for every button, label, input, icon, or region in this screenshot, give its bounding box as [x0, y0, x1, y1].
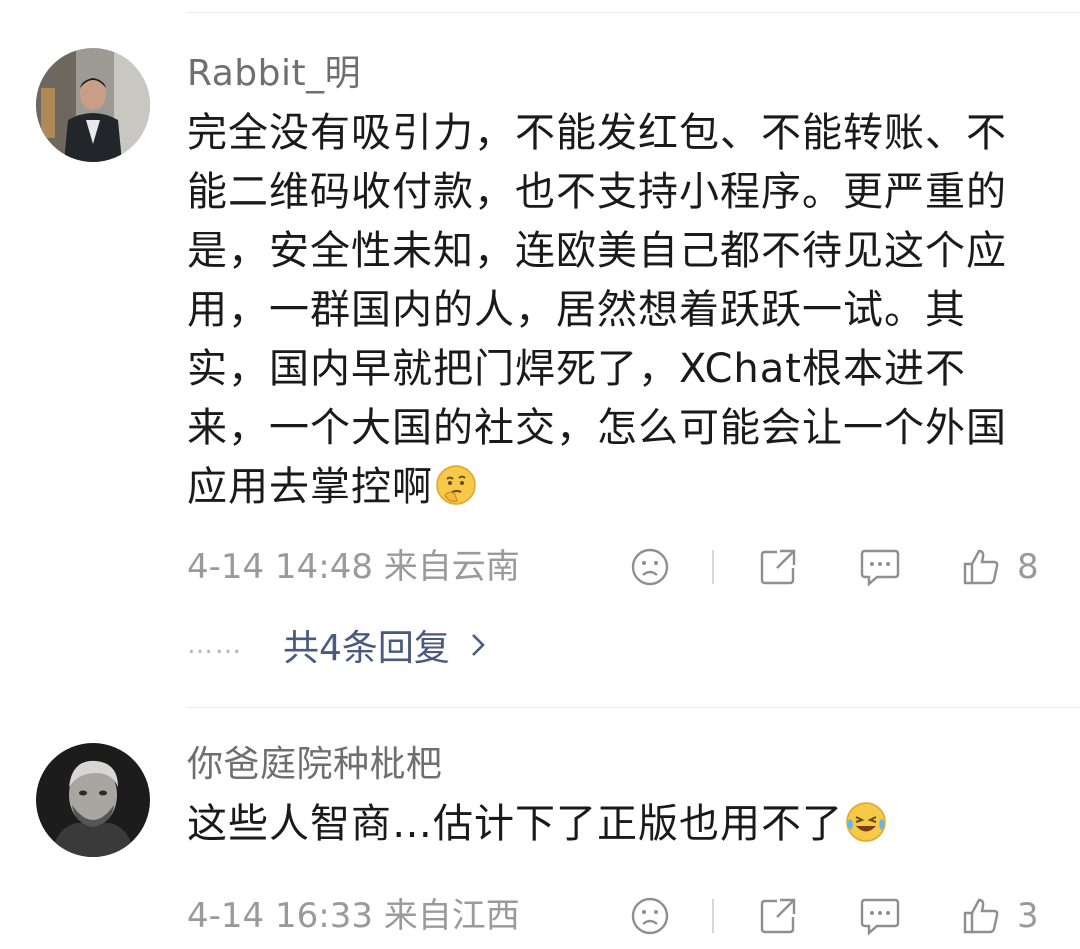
top-divider [186, 12, 1080, 13]
sad-face-icon [631, 897, 669, 935]
comment-icon [860, 549, 900, 587]
view-replies-link[interactable]: 共4条回复 [283, 619, 486, 671]
comment-time-location: 4-14 16:33 来自江西 [187, 896, 520, 936]
comment-text-content: 这些人智商…估计下了正版也用不了 [187, 801, 843, 847]
crying-laughing-emoji [845, 801, 887, 843]
comment-button[interactable] [859, 891, 901, 941]
comment-divider [186, 707, 1080, 708]
avatar[interactable] [36, 743, 150, 857]
thumbs-up-icon [963, 898, 999, 934]
share-icon [760, 549, 796, 585]
comment-text-content: 完全没有吸引力，不能发红包、不能转账、不能二维码收付款，也不支持小程序。更严重的… [187, 110, 1007, 510]
share-button[interactable] [758, 891, 798, 941]
thinking-emoji [435, 464, 477, 506]
chevron-right-icon [471, 634, 485, 656]
thumbs-up-icon [963, 549, 999, 585]
username[interactable]: 你爸庭院种枇杷 [187, 743, 1044, 787]
replies-row[interactable]: …… 共4条回复 [187, 620, 486, 670]
comment-text: 完全没有吸引力，不能发红包、不能转账、不能二维码收付款，也不支持小程序。更严重的… [187, 104, 1044, 517]
comment-time-location: 4-14 14:48 来自云南 [187, 547, 520, 587]
like-count: 3 [1017, 896, 1039, 936]
action-separator [712, 550, 714, 584]
comment-text: 这些人智商…估计下了正版也用不了 [187, 795, 1044, 854]
like-button[interactable]: 8 [961, 542, 1039, 592]
avatar[interactable] [36, 48, 150, 162]
sad-face-icon [631, 548, 669, 586]
replies-prefix: …… [187, 630, 243, 660]
comment-button[interactable] [859, 542, 901, 592]
dislike-button[interactable] [630, 542, 670, 592]
comment-meta-row: 4-14 14:48 来自云南 8 [187, 542, 1044, 592]
like-button[interactable]: 3 [961, 891, 1039, 941]
share-button[interactable] [758, 542, 798, 592]
view-replies-label: 共4条回复 [283, 628, 450, 669]
dislike-button[interactable] [630, 891, 670, 941]
action-separator [712, 899, 714, 933]
comment-meta-row: 4-14 16:33 来自江西 3 [187, 891, 1044, 941]
like-count: 8 [1017, 547, 1039, 587]
share-icon [760, 898, 796, 934]
username[interactable]: Rabbit_明 [187, 52, 1044, 96]
comment-icon [860, 898, 900, 936]
